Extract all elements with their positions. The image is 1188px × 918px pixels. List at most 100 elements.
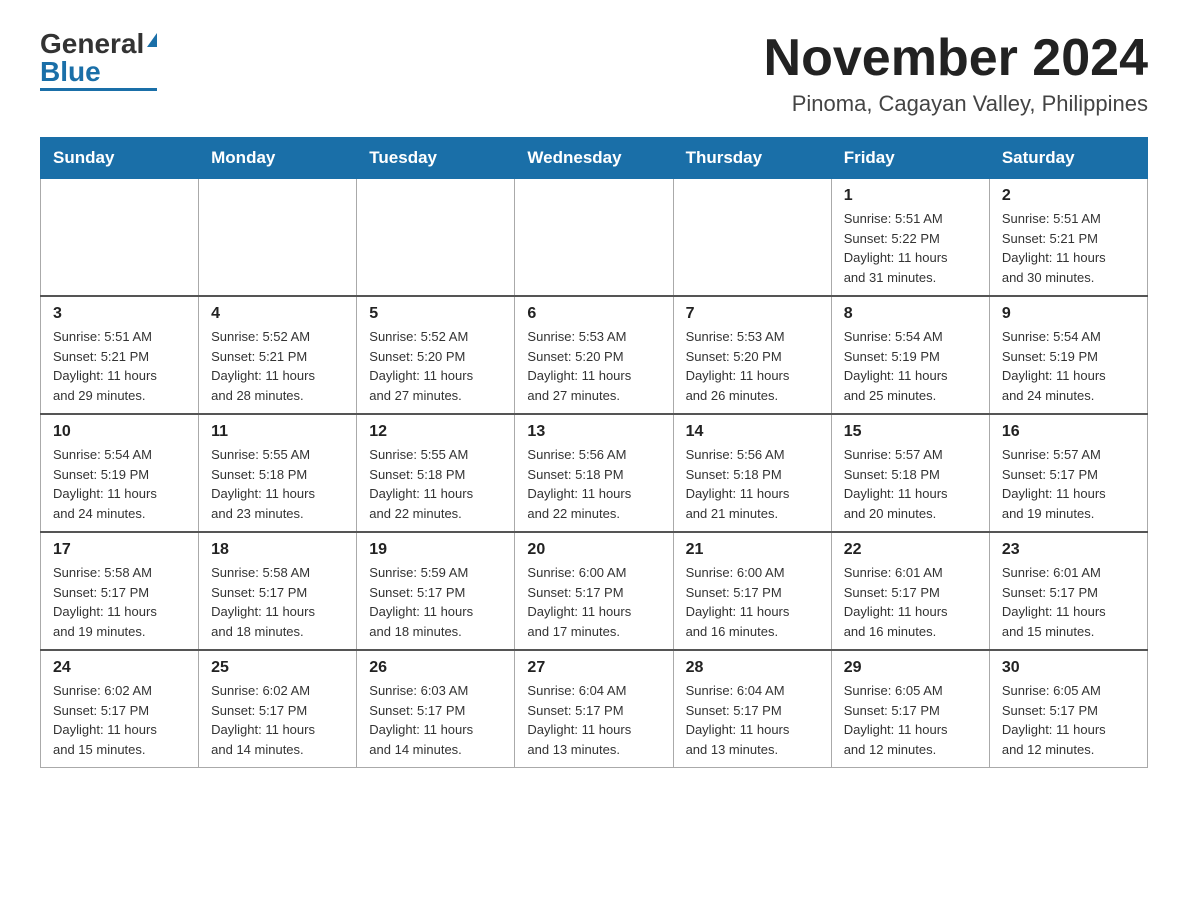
day-info: Sunrise: 6:00 AM Sunset: 5:17 PM Dayligh…	[686, 563, 819, 641]
calendar-week-row: 17Sunrise: 5:58 AM Sunset: 5:17 PM Dayli…	[41, 532, 1148, 650]
day-number: 28	[686, 659, 819, 677]
day-info: Sunrise: 5:58 AM Sunset: 5:17 PM Dayligh…	[211, 563, 344, 641]
calendar-day-cell	[357, 179, 515, 297]
day-number: 7	[686, 305, 819, 323]
calendar-day-cell: 27 Sunrise: 6:04 AM Sunset: 5:17 PM Dayli…	[515, 650, 673, 768]
day-info: Sunrise: 6:00 AM Sunset: 5:17 PM Dayligh…	[527, 563, 660, 641]
day-info: Sunrise: 5:54 AM Sunset: 5:19 PM Dayligh…	[1002, 327, 1135, 405]
day-number: 23	[1002, 541, 1135, 559]
month-title: November 2024	[764, 30, 1148, 87]
calendar-week-row: 10 Sunrise: 5:54 AM Sunset: 5:19 PM Dayli…	[41, 414, 1148, 532]
day-info: Sunrise: 5:52 AM Sunset: 5:21 PM Dayligh…	[211, 327, 344, 405]
calendar-day-cell	[41, 179, 199, 297]
logo-general-text: General	[40, 30, 144, 58]
calendar-day-cell: 30 Sunrise: 6:05 AM Sunset: 5:17 PM Dayli…	[989, 650, 1147, 768]
day-info: Sunrise: 5:57 AM Sunset: 5:18 PM Dayligh…	[844, 445, 977, 523]
day-number: 22	[844, 541, 977, 559]
weekday-header-saturday: Saturday	[989, 138, 1147, 179]
day-info: Sunrise: 6:02 AM Sunset: 5:17 PM Dayligh…	[211, 681, 344, 759]
day-info: Sunrise: 6:04 AM Sunset: 5:17 PM Dayligh…	[527, 681, 660, 759]
calendar-day-cell: 3Sunrise: 5:51 AM Sunset: 5:21 PM Daylig…	[41, 296, 199, 414]
day-info: Sunrise: 5:51 AM Sunset: 5:21 PM Dayligh…	[1002, 209, 1135, 287]
weekday-header-wednesday: Wednesday	[515, 138, 673, 179]
day-number: 27	[527, 659, 660, 677]
calendar-day-cell: 21 Sunrise: 6:00 AM Sunset: 5:17 PM Dayli…	[673, 532, 831, 650]
day-info: Sunrise: 5:56 AM Sunset: 5:18 PM Dayligh…	[686, 445, 819, 523]
calendar-day-cell: 14 Sunrise: 5:56 AM Sunset: 5:18 PM Dayli…	[673, 414, 831, 532]
day-number: 2	[1002, 187, 1135, 205]
day-info: Sunrise: 5:59 AM Sunset: 5:17 PM Dayligh…	[369, 563, 502, 641]
day-info: Sunrise: 6:05 AM Sunset: 5:17 PM Dayligh…	[1002, 681, 1135, 759]
calendar-day-cell: 2 Sunrise: 5:51 AM Sunset: 5:21 PM Daylig…	[989, 179, 1147, 297]
calendar-day-cell: 17Sunrise: 5:58 AM Sunset: 5:17 PM Dayli…	[41, 532, 199, 650]
day-info: Sunrise: 5:52 AM Sunset: 5:20 PM Dayligh…	[369, 327, 502, 405]
calendar-week-row: 3Sunrise: 5:51 AM Sunset: 5:21 PM Daylig…	[41, 296, 1148, 414]
calendar-day-cell: 22 Sunrise: 6:01 AM Sunset: 5:17 PM Dayli…	[831, 532, 989, 650]
day-number: 12	[369, 423, 502, 441]
day-info: Sunrise: 6:01 AM Sunset: 5:17 PM Dayligh…	[844, 563, 977, 641]
weekday-header-sunday: Sunday	[41, 138, 199, 179]
calendar-day-cell: 20 Sunrise: 6:00 AM Sunset: 5:17 PM Dayli…	[515, 532, 673, 650]
weekday-header-monday: Monday	[199, 138, 357, 179]
day-number: 9	[1002, 305, 1135, 323]
calendar-day-cell	[673, 179, 831, 297]
day-number: 13	[527, 423, 660, 441]
day-number: 18	[211, 541, 344, 559]
title-area: November 2024 Pinoma, Cagayan Valley, Ph…	[764, 30, 1148, 117]
calendar-day-cell: 19Sunrise: 5:59 AM Sunset: 5:17 PM Dayli…	[357, 532, 515, 650]
day-number: 30	[1002, 659, 1135, 677]
day-info: Sunrise: 6:03 AM Sunset: 5:17 PM Dayligh…	[369, 681, 502, 759]
location-title: Pinoma, Cagayan Valley, Philippines	[764, 91, 1148, 117]
calendar-day-cell: 7 Sunrise: 5:53 AM Sunset: 5:20 PM Daylig…	[673, 296, 831, 414]
logo: General Blue	[40, 30, 157, 91]
day-info: Sunrise: 5:54 AM Sunset: 5:19 PM Dayligh…	[844, 327, 977, 405]
calendar-week-row: 24Sunrise: 6:02 AM Sunset: 5:17 PM Dayli…	[41, 650, 1148, 768]
day-number: 15	[844, 423, 977, 441]
day-number: 20	[527, 541, 660, 559]
logo-underline	[40, 88, 157, 91]
day-info: Sunrise: 5:53 AM Sunset: 5:20 PM Dayligh…	[686, 327, 819, 405]
weekday-header-tuesday: Tuesday	[357, 138, 515, 179]
calendar-day-cell: 6Sunrise: 5:53 AM Sunset: 5:20 PM Daylig…	[515, 296, 673, 414]
calendar-day-cell: 29 Sunrise: 6:05 AM Sunset: 5:17 PM Dayli…	[831, 650, 989, 768]
calendar-day-cell: 4 Sunrise: 5:52 AM Sunset: 5:21 PM Daylig…	[199, 296, 357, 414]
calendar-day-cell: 1 Sunrise: 5:51 AM Sunset: 5:22 PM Daylig…	[831, 179, 989, 297]
page-header: General Blue November 2024 Pinoma, Cagay…	[40, 30, 1148, 117]
day-info: Sunrise: 5:57 AM Sunset: 5:17 PM Dayligh…	[1002, 445, 1135, 523]
day-info: Sunrise: 6:02 AM Sunset: 5:17 PM Dayligh…	[53, 681, 186, 759]
day-number: 8	[844, 305, 977, 323]
day-info: Sunrise: 6:04 AM Sunset: 5:17 PM Dayligh…	[686, 681, 819, 759]
calendar-day-cell: 10 Sunrise: 5:54 AM Sunset: 5:19 PM Dayli…	[41, 414, 199, 532]
logo-blue-text: Blue	[40, 58, 101, 86]
day-number: 10	[53, 423, 186, 441]
day-number: 14	[686, 423, 819, 441]
day-number: 29	[844, 659, 977, 677]
weekday-header-thursday: Thursday	[673, 138, 831, 179]
day-number: 1	[844, 187, 977, 205]
calendar-day-cell: 15 Sunrise: 5:57 AM Sunset: 5:18 PM Dayli…	[831, 414, 989, 532]
day-number: 6	[527, 305, 660, 323]
calendar-day-cell: 16 Sunrise: 5:57 AM Sunset: 5:17 PM Dayli…	[989, 414, 1147, 532]
calendar-day-cell: 24Sunrise: 6:02 AM Sunset: 5:17 PM Dayli…	[41, 650, 199, 768]
day-info: Sunrise: 5:55 AM Sunset: 5:18 PM Dayligh…	[369, 445, 502, 523]
calendar-week-row: 1 Sunrise: 5:51 AM Sunset: 5:22 PM Daylig…	[41, 179, 1148, 297]
day-info: Sunrise: 5:56 AM Sunset: 5:18 PM Dayligh…	[527, 445, 660, 523]
calendar-day-cell: 18 Sunrise: 5:58 AM Sunset: 5:17 PM Dayli…	[199, 532, 357, 650]
day-info: Sunrise: 6:05 AM Sunset: 5:17 PM Dayligh…	[844, 681, 977, 759]
calendar-day-cell: 25Sunrise: 6:02 AM Sunset: 5:17 PM Dayli…	[199, 650, 357, 768]
calendar-day-cell: 23Sunrise: 6:01 AM Sunset: 5:17 PM Dayli…	[989, 532, 1147, 650]
logo-triangle-icon	[147, 33, 157, 47]
day-number: 21	[686, 541, 819, 559]
day-info: Sunrise: 5:55 AM Sunset: 5:18 PM Dayligh…	[211, 445, 344, 523]
day-info: Sunrise: 5:51 AM Sunset: 5:21 PM Dayligh…	[53, 327, 186, 405]
weekday-header-row: SundayMondayTuesdayWednesdayThursdayFrid…	[41, 138, 1148, 179]
calendar-day-cell: 9 Sunrise: 5:54 AM Sunset: 5:19 PM Daylig…	[989, 296, 1147, 414]
day-info: Sunrise: 5:51 AM Sunset: 5:22 PM Dayligh…	[844, 209, 977, 287]
calendar-table: SundayMondayTuesdayWednesdayThursdayFrid…	[40, 137, 1148, 768]
calendar-day-cell: 5Sunrise: 5:52 AM Sunset: 5:20 PM Daylig…	[357, 296, 515, 414]
calendar-day-cell: 12 Sunrise: 5:55 AM Sunset: 5:18 PM Dayli…	[357, 414, 515, 532]
day-info: Sunrise: 5:54 AM Sunset: 5:19 PM Dayligh…	[53, 445, 186, 523]
day-number: 4	[211, 305, 344, 323]
calendar-day-cell	[199, 179, 357, 297]
day-number: 16	[1002, 423, 1135, 441]
